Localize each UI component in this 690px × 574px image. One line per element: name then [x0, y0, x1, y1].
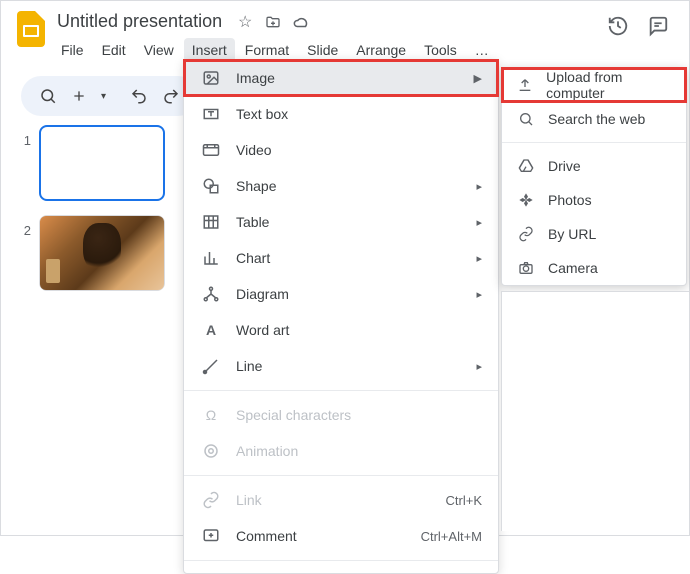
document-title[interactable]: Untitled presentation [53, 9, 226, 34]
dropdown-caret-icon[interactable]: ▾ [95, 85, 112, 108]
insert-comment[interactable]: Comment Ctrl+Alt+M [184, 518, 498, 554]
drive-icon [516, 158, 536, 174]
video-icon [200, 141, 222, 159]
by-url[interactable]: By URL [502, 217, 686, 251]
insert-diagram[interactable]: Diagram ▸ [184, 276, 498, 312]
submenu-arrow-icon: ▶ [474, 72, 482, 85]
star-icon[interactable]: ☆ [236, 13, 254, 31]
menu-label: Word art [236, 322, 289, 338]
menu-label: Line [236, 358, 262, 374]
insert-table[interactable]: Table ▸ [184, 204, 498, 240]
chart-icon [200, 249, 222, 267]
slide-thumbnails: 1 2 [15, 125, 165, 305]
menu-label: Image [236, 70, 275, 86]
insert-image[interactable]: Image ▶ [184, 60, 498, 96]
photos-icon [516, 192, 536, 208]
slide-number: 2 [15, 215, 39, 238]
menu-separator [184, 390, 498, 391]
image-icon [200, 69, 222, 87]
menu-label: Text box [236, 106, 288, 122]
app-header: Untitled presentation ☆ File Edit View I… [1, 1, 689, 62]
shortcut-label: Ctrl+Alt+M [421, 529, 482, 544]
shape-icon [200, 177, 222, 195]
thumbnail-image [40, 216, 164, 290]
menu-separator [502, 142, 686, 143]
link-icon [200, 491, 222, 509]
menu-edit[interactable]: Edit [94, 38, 134, 62]
right-side-panel [501, 291, 689, 531]
menu-separator [184, 560, 498, 561]
line-icon [200, 357, 222, 375]
menu-label: Diagram [236, 286, 289, 302]
from-photos[interactable]: Photos [502, 183, 686, 217]
submenu-arrow-icon: ▸ [476, 288, 482, 301]
menu-label: Camera [548, 260, 598, 276]
insert-special-chars: Ω Special characters [184, 397, 498, 433]
url-link-icon [516, 226, 536, 242]
new-slide-icon[interactable] [65, 82, 93, 110]
from-camera[interactable]: Camera [502, 251, 686, 285]
slide-thumbnail-1[interactable] [39, 125, 165, 201]
slide-number: 1 [15, 125, 39, 148]
menu-label: Photos [548, 192, 592, 208]
comment-plus-icon [200, 527, 222, 545]
submenu-arrow-icon: ▸ [476, 360, 482, 373]
slide-thumbnail-2[interactable] [39, 215, 165, 291]
menu-label: Comment [236, 528, 297, 544]
menu-file[interactable]: File [53, 38, 92, 62]
camera-icon [516, 260, 536, 276]
menu-label: Table [236, 214, 269, 230]
upload-from-computer[interactable]: Upload from computer [502, 68, 686, 102]
search-the-web[interactable]: Search the web [502, 102, 686, 136]
menu-separator [184, 475, 498, 476]
insert-video[interactable]: Video [184, 132, 498, 168]
menu-label: Chart [236, 250, 270, 266]
undo-icon[interactable] [124, 81, 154, 111]
menu-label: Link [236, 492, 262, 508]
move-icon[interactable] [264, 13, 282, 31]
history-icon[interactable] [607, 15, 629, 42]
menu-label: Upload from computer [546, 69, 672, 101]
image-submenu: Upload from computer Search the web Driv… [501, 67, 687, 286]
shortcut-label: Ctrl+K [446, 493, 482, 508]
comments-icon[interactable] [647, 15, 669, 42]
search-icon [516, 111, 536, 127]
wordart-icon: A [200, 322, 222, 338]
insert-shape[interactable]: Shape ▸ [184, 168, 498, 204]
cloud-status-icon[interactable] [292, 13, 310, 31]
submenu-arrow-icon: ▸ [476, 180, 482, 193]
slides-logo [13, 9, 49, 49]
insert-line[interactable]: Line ▸ [184, 348, 498, 384]
upload-icon [516, 77, 534, 93]
animation-icon [200, 442, 222, 460]
menu-label: Drive [548, 158, 581, 174]
menu-label: Animation [236, 443, 298, 459]
omega-icon: Ω [200, 407, 222, 423]
insert-textbox[interactable]: Text box [184, 96, 498, 132]
menu-label: Shape [236, 178, 276, 194]
search-tool-icon[interactable] [33, 81, 63, 111]
submenu-arrow-icon: ▸ [476, 216, 482, 229]
submenu-arrow-icon: ▸ [476, 252, 482, 265]
menu-label: Search the web [548, 111, 645, 127]
menu-label: Special characters [236, 407, 351, 423]
menu-label: Video [236, 142, 272, 158]
insert-wordart[interactable]: A Word art [184, 312, 498, 348]
menu-label: By URL [548, 226, 596, 242]
textbox-icon [200, 105, 222, 123]
menu-view[interactable]: View [136, 38, 182, 62]
diagram-icon [200, 285, 222, 303]
insert-dropdown: Image ▶ Text box Video Shape ▸ Table ▸ C… [183, 59, 499, 574]
insert-chart[interactable]: Chart ▸ [184, 240, 498, 276]
redo-icon[interactable] [156, 81, 186, 111]
insert-link: Link Ctrl+K [184, 482, 498, 518]
table-icon [200, 213, 222, 231]
insert-animation: Animation [184, 433, 498, 469]
from-drive[interactable]: Drive [502, 149, 686, 183]
